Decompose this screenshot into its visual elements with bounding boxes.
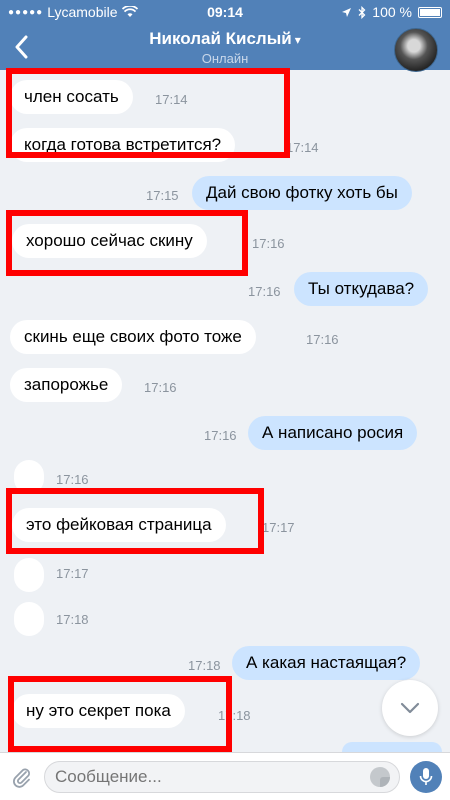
message-time: 17:16	[144, 380, 177, 395]
message-time: 17:16	[56, 472, 89, 487]
message-time: 17:15	[146, 188, 179, 203]
status-right: 100 %	[341, 4, 442, 20]
scroll-down-button[interactable]	[382, 680, 438, 736]
battery-icon	[418, 6, 442, 18]
partial-message-bubble	[342, 742, 442, 752]
message-time: 17:16	[248, 284, 281, 299]
online-status: Онлайн	[201, 51, 249, 66]
chat-title[interactable]: Николай Кислый ▾	[0, 29, 450, 49]
message-time: 17:16	[306, 332, 339, 347]
attach-button[interactable]	[8, 763, 36, 791]
voice-message-button[interactable]	[410, 761, 442, 793]
message-bubble[interactable]: запорожье	[10, 368, 123, 402]
status-bar: ●●●●● Lycamobile 09:14 100 %	[0, 0, 450, 24]
message-time: 17:17	[262, 520, 295, 535]
scroll-down-icon	[400, 702, 420, 714]
message-bubble[interactable]: скинь еще своих фото тоже	[10, 320, 256, 354]
message-time: 17:16	[204, 428, 237, 443]
message-time: 17:16	[252, 236, 285, 251]
message-input[interactable]	[44, 761, 400, 793]
message-time: 17:18	[188, 658, 221, 673]
contact-name: Николай Кислый	[149, 29, 292, 48]
message-bubble[interactable]: Дай свою фотку хоть бы	[192, 176, 412, 210]
message-bubble[interactable]: Ты откудава?	[294, 272, 429, 306]
sticker-message[interactable]	[14, 558, 44, 592]
highlight-box	[6, 210, 248, 276]
message-time: 17:18	[56, 612, 89, 627]
bluetooth-icon	[358, 5, 366, 19]
highlight-box	[8, 676, 232, 752]
sticker-button[interactable]	[368, 765, 392, 789]
mic-icon	[419, 768, 433, 785]
highlight-box	[6, 68, 290, 158]
chat-header: Николай Кислый ▾ Онлайн	[0, 24, 450, 72]
battery-percent: 100 %	[372, 4, 412, 20]
sticker-message[interactable]	[14, 602, 44, 636]
chevron-down-icon: ▾	[294, 33, 301, 47]
message-bubble[interactable]: А написано росия	[248, 416, 418, 450]
sticker-icon	[370, 767, 390, 787]
message-bubble[interactable]: А какая настаящая?	[232, 646, 421, 680]
location-icon	[342, 7, 352, 17]
composer	[0, 752, 450, 800]
highlight-box	[6, 488, 264, 554]
avatar[interactable]	[394, 28, 438, 72]
message-time: 17:14	[286, 140, 319, 155]
attach-icon	[13, 768, 30, 788]
message-time: 17:17	[56, 566, 89, 581]
